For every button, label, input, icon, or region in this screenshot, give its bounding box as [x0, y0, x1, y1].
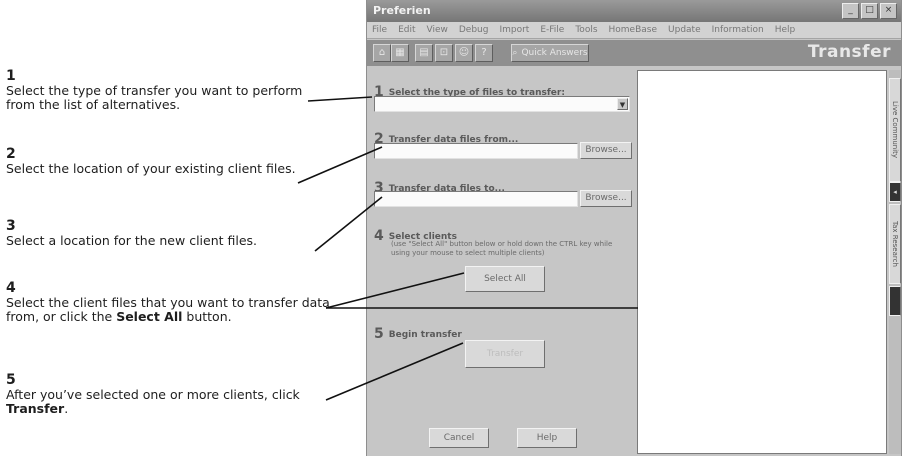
lock-icon[interactable]: ⊡ — [435, 44, 453, 62]
menu-debug[interactable]: Debug — [459, 22, 489, 38]
callout-text: Select the location of your existing cli… — [6, 161, 296, 176]
transfer-window: Preferien _ □ × File Edit View Debug Imp… — [366, 0, 902, 456]
grid-icon[interactable]: ▦ — [391, 44, 409, 62]
window-brand-title: Transfer — [807, 42, 891, 62]
maximize-button[interactable]: □ — [861, 3, 878, 19]
from-path-field[interactable] — [374, 143, 578, 159]
toolbar: ⌂ ▦ ▤ ⊡ ☺ ? ⌕ Quick Answers Transfer — [367, 40, 901, 66]
chevron-down-icon[interactable]: ▼ — [617, 98, 628, 110]
help-icon[interactable]: ? — [475, 44, 493, 62]
callout-text: Select the client files that you want to… — [6, 295, 330, 324]
menu-update[interactable]: Update — [668, 22, 701, 38]
callout-number: 4 — [6, 280, 16, 296]
menu-help[interactable]: Help — [775, 22, 796, 38]
quick-answers-button[interactable]: ⌕ Quick Answers — [511, 44, 589, 62]
callout-step-3: 3 Select a location for the new client f… — [6, 219, 332, 248]
side-tab-strip: Live Community ◂ Tax Research — [889, 70, 901, 454]
minimize-button[interactable]: _ — [842, 3, 859, 19]
close-button[interactable]: × — [880, 3, 897, 19]
menu-tools[interactable]: Tools — [575, 22, 597, 38]
menu-edit[interactable]: Edit — [398, 22, 415, 38]
people-icon[interactable]: ☺ — [455, 44, 473, 62]
browse-to-button[interactable]: Browse... — [580, 190, 632, 207]
cancel-button[interactable]: Cancel — [429, 428, 489, 448]
client-list[interactable] — [637, 70, 887, 454]
browse-from-button[interactable]: Browse... — [580, 142, 632, 159]
tab-tax-research[interactable]: Tax Research — [889, 204, 901, 284]
callout-number: 3 — [6, 218, 16, 234]
callout-step-2: 2 Select the location of your existing c… — [6, 147, 332, 176]
home-icon[interactable]: ⌂ — [373, 44, 391, 62]
tab-marker[interactable] — [889, 286, 901, 316]
select-clients-hint: (use "Select All" button below or hold d… — [391, 240, 613, 257]
callout-step-5: 5 After you’ve selected one or more clie… — [6, 373, 332, 416]
tab-live-community[interactable]: Live Community — [889, 78, 901, 182]
help-button[interactable]: Help — [517, 428, 577, 448]
transfer-form: 1 Select the type of files to transfer: ▼… — [371, 70, 635, 454]
step-5-label: 5 Begin transfer — [374, 326, 462, 342]
callout-number: 5 — [6, 372, 16, 388]
title-bar: Preferien _ □ × — [367, 0, 901, 22]
menu-efile[interactable]: E-File — [540, 22, 564, 38]
document-icon[interactable]: ▤ — [415, 44, 433, 62]
callout-number: 2 — [6, 146, 16, 162]
menu-homebase[interactable]: HomeBase — [609, 22, 658, 38]
file-type-dropdown[interactable]: ▼ — [374, 96, 630, 112]
to-path-field[interactable] — [374, 191, 578, 207]
menu-import[interactable]: Import — [499, 22, 529, 38]
callout-text: Select the type of transfer you want to … — [6, 83, 303, 112]
transfer-button[interactable]: Transfer — [465, 340, 545, 368]
callout-text: Select a location for the new client fil… — [6, 233, 258, 248]
menu-information[interactable]: Information — [712, 22, 764, 38]
callout-step-4: 4 Select the client files that you want … — [6, 281, 332, 324]
menu-view[interactable]: View — [427, 22, 448, 38]
callout-number: 1 — [6, 68, 16, 84]
menu-bar: File Edit View Debug Import E-File Tools… — [367, 22, 901, 39]
collapse-tab[interactable]: ◂ — [889, 182, 901, 202]
callout-text: After you’ve selected one or more client… — [6, 387, 300, 416]
callout-step-1: 1 Select the type of transfer you want t… — [6, 69, 332, 112]
window-title: Preferien — [373, 4, 431, 17]
menu-file[interactable]: File — [372, 22, 387, 38]
magnifier-icon: ⌕ — [512, 48, 518, 58]
select-all-button[interactable]: Select All — [465, 266, 545, 292]
